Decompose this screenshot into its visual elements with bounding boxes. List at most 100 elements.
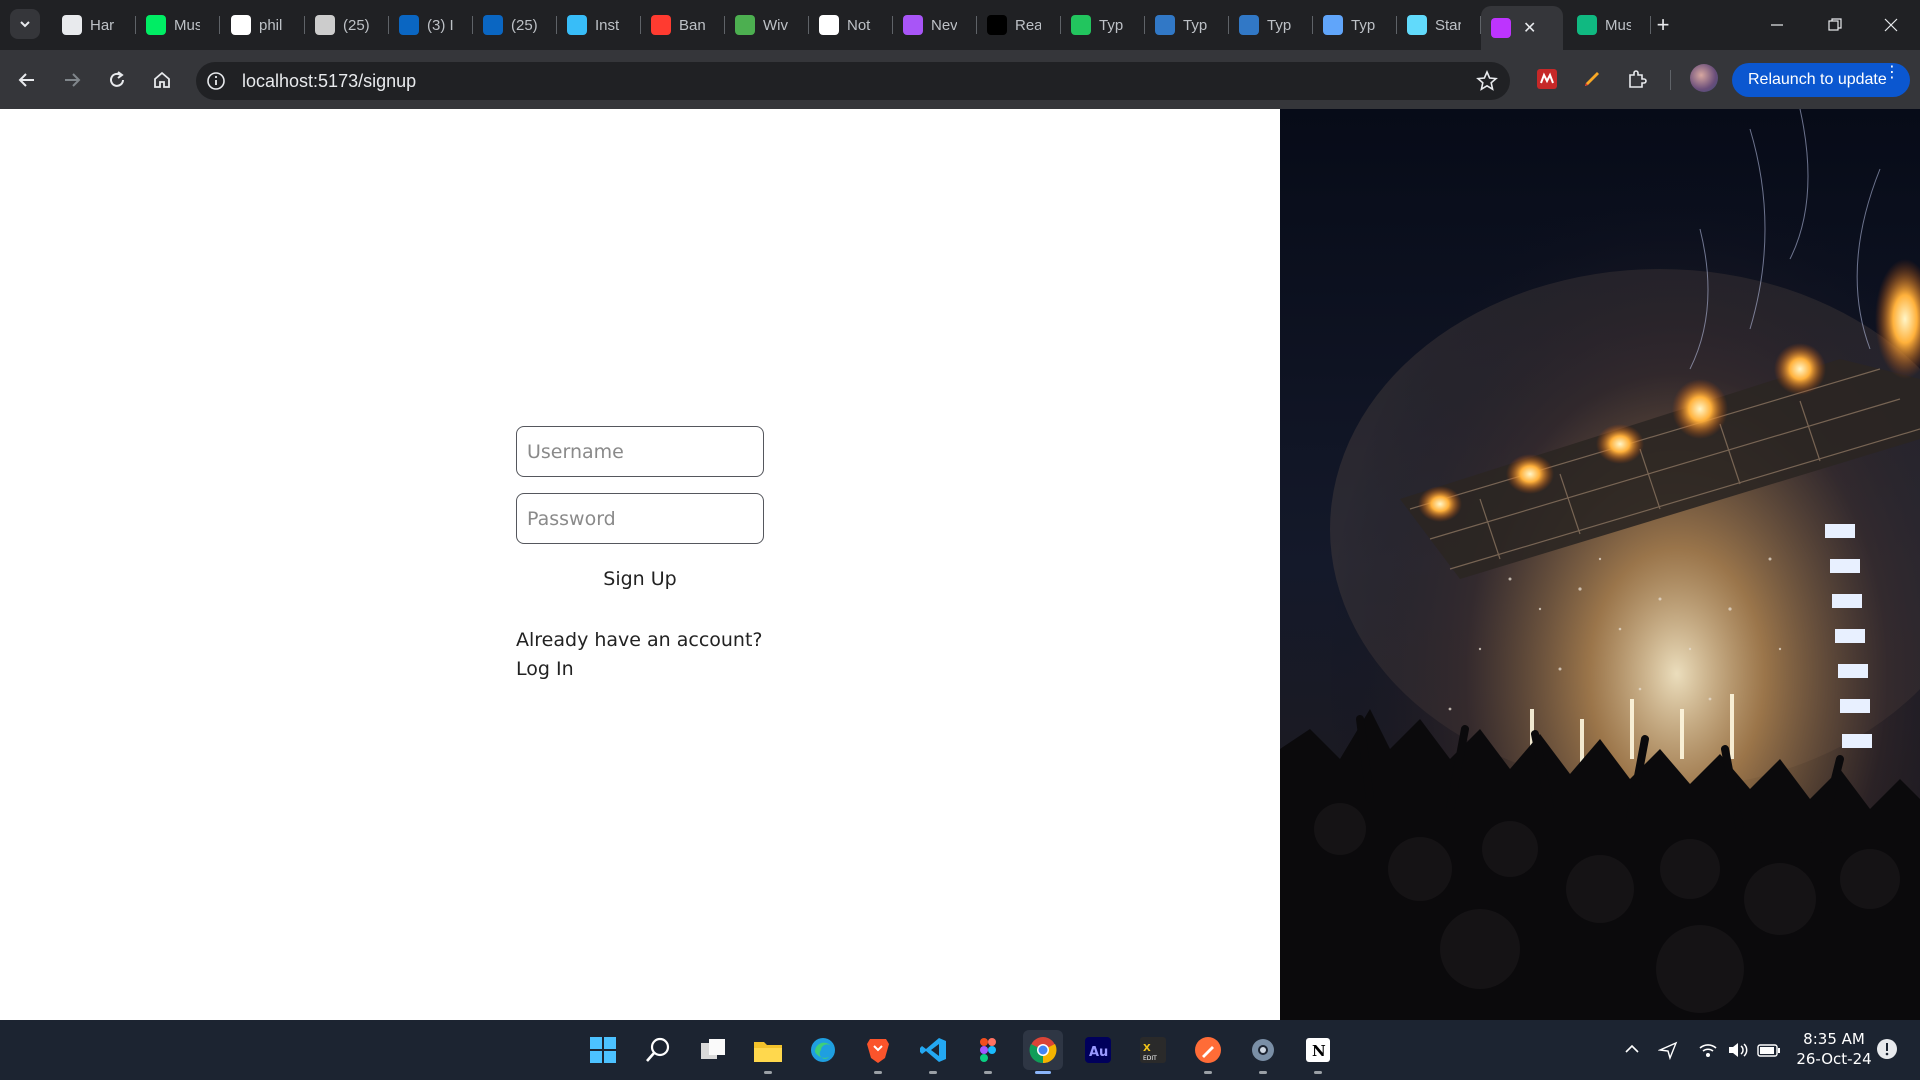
home-button[interactable] (145, 63, 179, 97)
extension-pen-icon[interactable] (1577, 64, 1607, 94)
github-icon (231, 15, 251, 35)
tab-title: (25) (343, 16, 369, 34)
browser-tab[interactable]: Wiv (725, 6, 809, 44)
reload-button[interactable] (100, 63, 134, 97)
browser-tab[interactable]: Inst (557, 6, 641, 44)
profile-avatar[interactable] (1690, 64, 1718, 92)
password-input[interactable] (516, 493, 764, 544)
running-indicator (1204, 1071, 1212, 1074)
relaunch-update-button[interactable]: Relaunch to update ⋮ (1732, 63, 1910, 97)
system-clock[interactable]: 8:35 AM 26-Oct-24 (1790, 1029, 1878, 1069)
send-arrow-icon[interactable] (1657, 1040, 1678, 1065)
browser-tab[interactable]: Mus (136, 6, 220, 44)
clock-date: 26-Oct-24 (1796, 1050, 1872, 1068)
address-bar[interactable]: localhost:5173/signup (196, 62, 1510, 100)
running-indicator (1259, 1071, 1267, 1074)
running-indicator (984, 1071, 992, 1074)
browser-tab[interactable]: Rea (977, 6, 1061, 44)
battery-icon[interactable] (1757, 1040, 1781, 1065)
linkedin-icon (483, 15, 503, 35)
relaunch-label: Relaunch to update (1748, 71, 1887, 88)
notification-badge-icon[interactable] (1876, 1038, 1898, 1065)
close-tab-icon[interactable]: ✕ (1523, 18, 1536, 38)
back-button[interactable] (10, 63, 44, 97)
browser-tab[interactable]: Typ (1229, 6, 1313, 44)
chevron-down-icon (20, 21, 30, 28)
chrome-button[interactable] (1023, 1030, 1063, 1074)
running-indicator (874, 1071, 882, 1074)
xedit-button[interactable]: X EDIT (1133, 1030, 1173, 1070)
reload-icon (110, 71, 124, 87)
running-indicator (929, 1071, 937, 1074)
figma-button[interactable] (968, 1030, 1008, 1074)
tray-overflow-chevron-icon[interactable] (1623, 1040, 1641, 1063)
more-menu-icon[interactable]: ⋮ (1884, 65, 1900, 81)
edge-button[interactable] (803, 1030, 843, 1070)
file-explorer-button[interactable] (748, 1030, 788, 1074)
browser-tab[interactable]: (25) (473, 6, 557, 44)
minimize-button[interactable] (1748, 0, 1806, 50)
brave-button[interactable] (858, 1030, 898, 1074)
notion-button[interactable]: N (1298, 1030, 1338, 1074)
figma-icon (980, 1038, 996, 1062)
wifi-icon[interactable] (1698, 1040, 1718, 1065)
tab-title: Typ (1267, 16, 1292, 34)
page-viewport: Sign Up Already have an account? Log In (0, 109, 1920, 1020)
log-in-link[interactable]: Log In (516, 658, 574, 680)
browser-tab[interactable]: Typ (1061, 6, 1145, 44)
react-icon (1407, 15, 1427, 35)
tab-title: (25) (511, 16, 537, 34)
tab-title: Rea (1015, 16, 1041, 34)
browser-tab[interactable]: Nev (893, 6, 977, 44)
folder-icon (754, 1042, 782, 1062)
w-logo-icon (735, 15, 755, 35)
extensions-puzzle-icon[interactable] (1622, 64, 1652, 94)
tab-search-button[interactable] (10, 9, 40, 39)
browser-tab[interactable]: (3) I (389, 6, 473, 44)
restore-button[interactable] (1806, 0, 1864, 50)
svg-text:EDIT: EDIT (1143, 1055, 1157, 1062)
browser-tab[interactable]: Mus (1567, 6, 1651, 44)
new-tab-button[interactable]: + (1648, 10, 1678, 40)
site-info-icon[interactable] (206, 71, 226, 96)
settings-button[interactable] (1243, 1030, 1283, 1074)
browser-tab[interactable]: Not (809, 6, 893, 44)
running-indicator (764, 1071, 772, 1074)
browser-tab[interactable]: Typ (1313, 6, 1397, 44)
task-view-button[interactable] (693, 1030, 733, 1070)
taskbar-search-button[interactable] (638, 1030, 678, 1070)
postman-button[interactable] (1188, 1030, 1228, 1074)
extension-red-icon[interactable] (1532, 64, 1562, 94)
xedit-icon: XEDIT (1140, 1037, 1166, 1063)
bookmark-star-icon[interactable] (1476, 69, 1498, 97)
sign-up-button[interactable]: Sign Up (516, 562, 764, 596)
url-text[interactable]: localhost:5173/signup (242, 71, 416, 92)
start-button[interactable] (583, 1030, 623, 1070)
browser-tab[interactable]: phil (221, 6, 305, 44)
browser-toolbar: localhost:5173/signup Relaunch to update… (0, 50, 1920, 109)
volume-icon[interactable] (1727, 1040, 1749, 1065)
browser-tab[interactable]: Star (1397, 6, 1481, 44)
browser-tab[interactable]: (25) (305, 6, 389, 44)
audition-button[interactable]: Au (1078, 1030, 1118, 1070)
p-logo-icon (1577, 15, 1597, 35)
browser-tab[interactable]: Ban (641, 6, 725, 44)
browser-tab[interactable]: ✕ (1481, 6, 1563, 50)
arrow-right-icon (65, 73, 81, 87)
running-indicator (1314, 1071, 1322, 1074)
audition-icon: Au (1085, 1037, 1111, 1063)
svg-text:X: X (1143, 1043, 1151, 1054)
already-have-account-text: Already have an account? (516, 629, 763, 651)
plus-icon: + (1656, 12, 1670, 37)
close-window-button[interactable] (1862, 0, 1920, 50)
browser-tab[interactable]: Har (52, 6, 136, 44)
vscode-button[interactable] (913, 1030, 953, 1074)
close-icon (1884, 18, 1898, 32)
home-icon (154, 71, 170, 88)
task-view-icon (701, 1039, 725, 1059)
browser-tab[interactable]: Typ (1145, 6, 1229, 44)
username-input[interactable] (516, 426, 764, 477)
forward-button[interactable] (55, 63, 89, 97)
tab-title: Star (1435, 16, 1461, 34)
notion-icon: N (1306, 1038, 1330, 1062)
